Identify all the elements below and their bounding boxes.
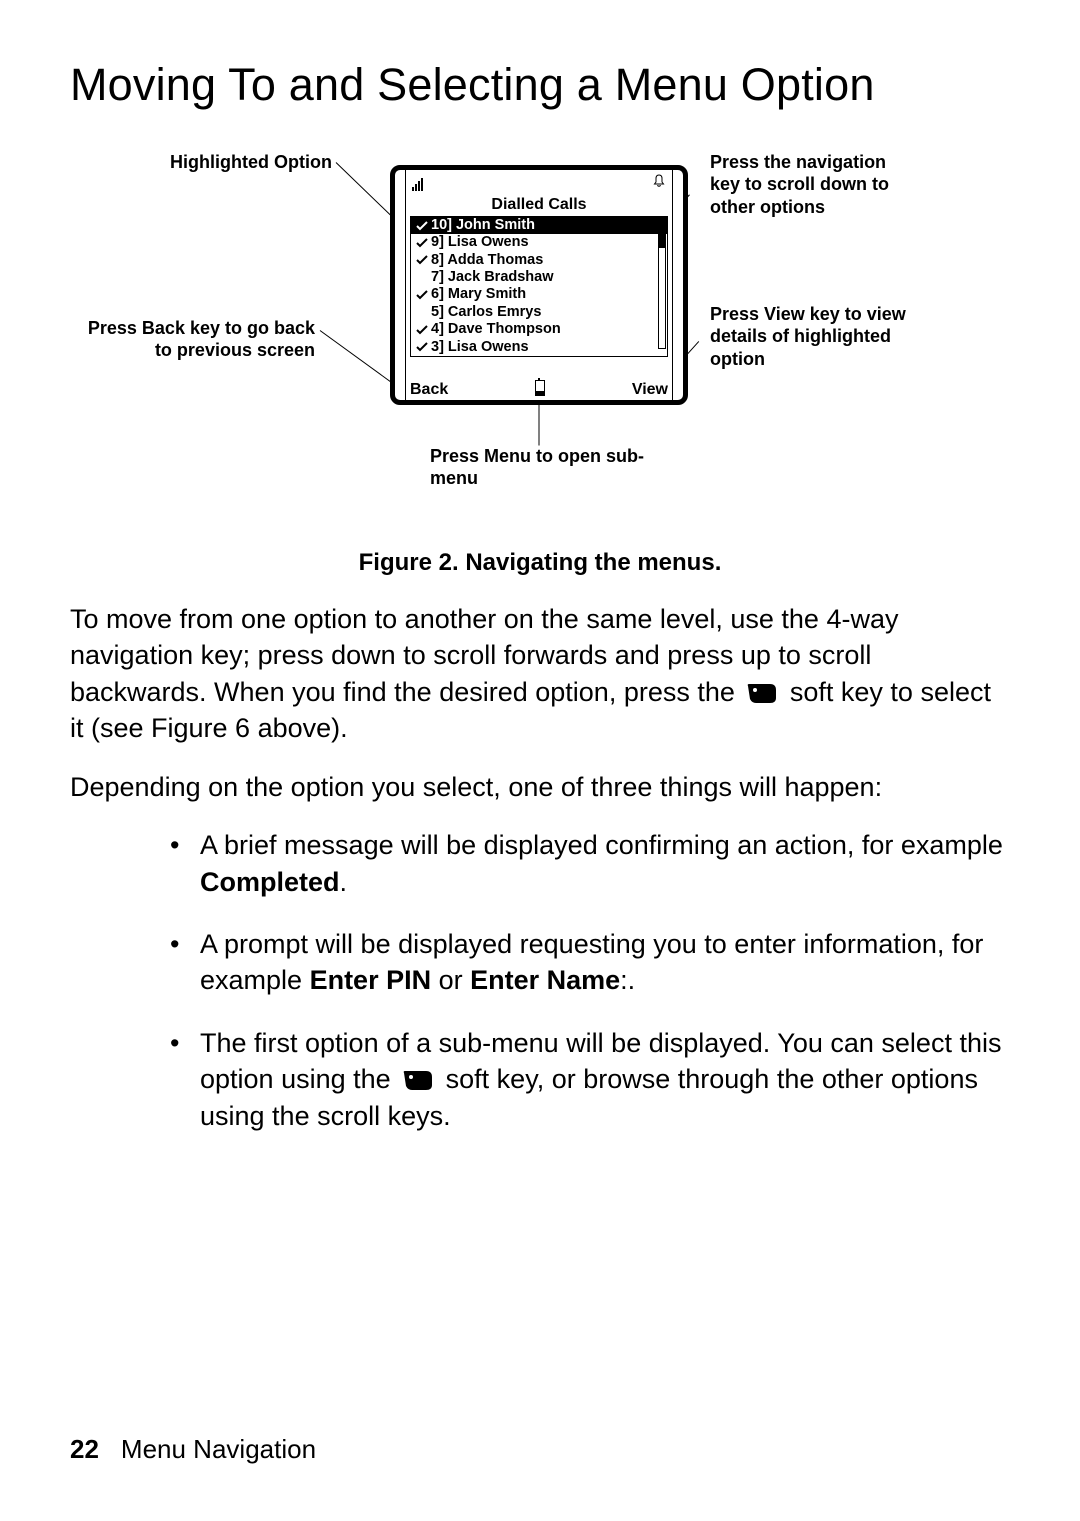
figure-2: Highlighted Option Press Back key to go …	[150, 155, 930, 525]
section-name: Menu Navigation	[121, 1434, 316, 1464]
paragraph-2: Depending on the option you select, one …	[70, 769, 1010, 805]
list-item[interactable]: 9] Lisa Owens	[411, 234, 667, 251]
page-footer: 22 Menu Navigation	[70, 1434, 316, 1465]
page-number: 22	[70, 1434, 99, 1464]
softkey-icon	[746, 677, 778, 699]
status-bar	[406, 170, 672, 196]
check-icon	[415, 290, 429, 300]
callout-nav: Press the navigation key to scroll down …	[710, 151, 915, 219]
softkey-icon	[402, 1064, 434, 1086]
list-item[interactable]: 7] Jack Bradshaw	[411, 269, 667, 286]
check-icon	[415, 221, 429, 231]
page-heading: Moving To and Selecting a Menu Option	[70, 58, 1010, 113]
list-item: The first option of a sub-menu will be d…	[170, 1025, 1010, 1134]
signal-icon	[412, 177, 423, 191]
call-list: 10] John Smith 9] Lisa Owens 8] Adda Tho…	[410, 216, 668, 357]
callout-back: Press Back key to go back to previous sc…	[80, 317, 315, 362]
softkey-view[interactable]: View	[632, 381, 668, 399]
callout-menu: Press Menu to open sub-menu	[430, 445, 650, 490]
bell-icon	[652, 174, 666, 193]
check-icon	[415, 325, 429, 335]
softkey-menu-icon[interactable]	[535, 380, 545, 400]
screen-title: Dialled Calls	[406, 196, 672, 216]
list-item[interactable]: 5] Carlos Emrys	[411, 304, 667, 321]
list-item: A brief message will be displayed confir…	[170, 827, 1010, 900]
scrollbar[interactable]	[658, 221, 666, 349]
paragraph-1: To move from one option to another on th…	[70, 601, 1010, 747]
figure-caption: Figure 2. Navigating the menus.	[70, 549, 1010, 577]
list-item[interactable]: 10] John Smith	[411, 217, 667, 234]
leader-line	[539, 400, 540, 445]
phone-screen: Dialled Calls 10] John Smith 9] Lisa Owe…	[390, 165, 688, 405]
callout-view: Press View key to view details of highli…	[710, 303, 930, 371]
list-item[interactable]: 8] Adda Thomas	[411, 252, 667, 269]
check-icon	[415, 238, 429, 248]
list-item[interactable]: 4] Dave Thompson	[411, 321, 667, 338]
list-item[interactable]: 3] Lisa Owens	[411, 339, 667, 356]
list-item[interactable]: 6] Mary Smith	[411, 286, 667, 303]
softkey-back[interactable]: Back	[410, 381, 448, 399]
callout-highlighted: Highlighted Option	[120, 151, 332, 174]
list-item: A prompt will be displayed requesting yo…	[170, 926, 1010, 999]
leader-line	[320, 330, 395, 385]
check-icon	[415, 255, 429, 265]
check-icon	[415, 342, 429, 352]
outcome-list: A brief message will be displayed confir…	[70, 827, 1010, 1134]
